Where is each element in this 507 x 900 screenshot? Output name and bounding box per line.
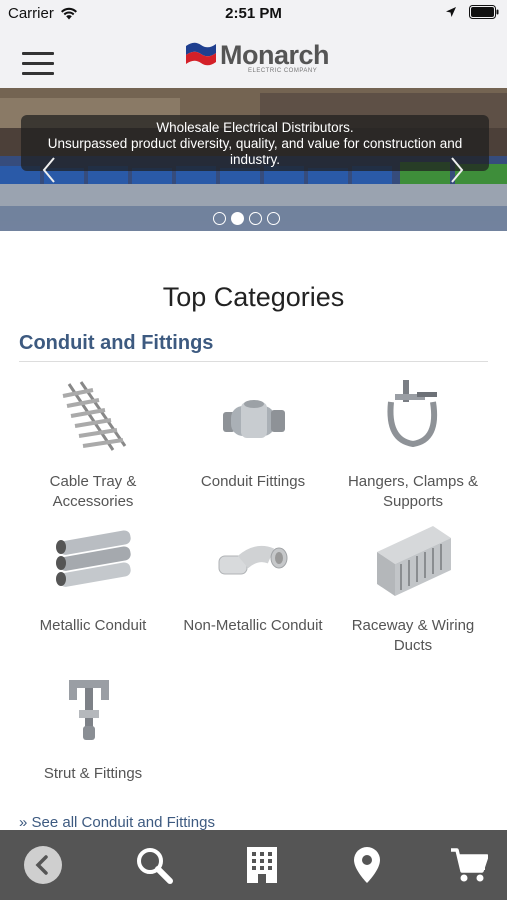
carousel-next-button[interactable] bbox=[450, 156, 464, 189]
location-arrow-icon bbox=[446, 7, 456, 17]
carousel-indicator-bar bbox=[0, 206, 507, 231]
raceway-duct-icon bbox=[377, 526, 451, 596]
back-icon bbox=[24, 846, 62, 884]
nav-back-button[interactable] bbox=[21, 843, 65, 887]
category-raceway-ducts[interactable]: Raceway & Wiring Ducts bbox=[333, 522, 493, 656]
section-heading[interactable]: Conduit and Fittings bbox=[19, 332, 213, 355]
category-strut-fittings[interactable]: Strut & Fittings bbox=[13, 670, 173, 784]
category-label: Conduit Fittings bbox=[200, 473, 306, 490]
logo-tagline: ELECTRIC COMPANY bbox=[248, 68, 318, 74]
menu-bar bbox=[22, 52, 54, 55]
building-icon bbox=[247, 847, 277, 883]
cable-tray-icon bbox=[62, 381, 127, 451]
category-metallic-conduit[interactable]: Metallic Conduit bbox=[13, 522, 173, 636]
page-title: Top Categories bbox=[162, 282, 345, 312]
hero-caption-line2: Unsurpassed product diversity, quality, … bbox=[47, 136, 463, 167]
app-header: Monarch ELECTRIC COMPANY bbox=[0, 28, 507, 88]
hero-caption: Wholesale Electrical Distributors. Unsur… bbox=[21, 115, 489, 171]
strut-fitting-icon bbox=[69, 680, 109, 740]
hero-banner[interactable]: Wholesale Electrical Distributors. Unsur… bbox=[0, 88, 507, 231]
menu-bar bbox=[22, 62, 54, 65]
metallic-conduit-icon bbox=[56, 530, 131, 587]
nav-branches-button[interactable] bbox=[240, 843, 284, 887]
category-label: Raceway & Wiring Ducts bbox=[351, 617, 475, 654]
carousel-dot[interactable] bbox=[213, 212, 226, 225]
category-conduit-fittings[interactable]: Conduit Fittings bbox=[173, 378, 333, 492]
chevron-left-icon bbox=[42, 157, 55, 183]
carousel-dots bbox=[213, 212, 280, 225]
monarch-flag-icon bbox=[186, 42, 216, 66]
location-pin-icon bbox=[354, 847, 380, 883]
conduit-fitting-icon bbox=[223, 400, 285, 438]
status-time: 2:51 PM bbox=[225, 5, 282, 22]
battery-icon bbox=[469, 5, 499, 19]
bottom-nav bbox=[0, 830, 507, 900]
category-label: Cable Tray & Accessories bbox=[49, 473, 137, 510]
carousel-dot[interactable] bbox=[249, 212, 262, 225]
nav-search-button[interactable] bbox=[132, 843, 176, 887]
category-label: Non-Metallic Conduit bbox=[183, 617, 323, 634]
nav-cart-button[interactable] bbox=[447, 843, 491, 887]
cart-icon bbox=[451, 848, 488, 882]
see-all-link[interactable]: » See all Conduit and Fittings bbox=[19, 814, 215, 831]
hero-caption-line1: Wholesale Electrical Distributors. bbox=[156, 120, 354, 135]
category-cable-tray[interactable]: Cable Tray & Accessories bbox=[13, 378, 173, 512]
status-bar: Carrier 2:51 PM bbox=[0, 0, 507, 28]
category-label: Strut & Fittings bbox=[43, 765, 143, 782]
status-right-indicators bbox=[445, 5, 499, 19]
search-icon bbox=[137, 848, 173, 884]
category-hangers-clamps[interactable]: Hangers, Clamps & Supports bbox=[333, 378, 493, 512]
monarch-logo[interactable]: Monarch ELECTRIC COMPANY bbox=[185, 40, 330, 80]
category-label: Metallic Conduit bbox=[39, 617, 147, 634]
non-metallic-conduit-icon bbox=[218, 546, 288, 575]
chevron-right-icon bbox=[451, 157, 464, 183]
carousel-dot[interactable] bbox=[231, 212, 244, 225]
section-divider bbox=[19, 361, 488, 362]
carousel-prev-button[interactable] bbox=[42, 156, 56, 189]
nav-locations-button[interactable] bbox=[345, 843, 389, 887]
hanger-clamp-icon bbox=[387, 380, 437, 448]
category-label: Hangers, Clamps & Supports bbox=[347, 473, 479, 510]
hamburger-menu-button[interactable] bbox=[22, 52, 54, 76]
carousel-dot[interactable] bbox=[267, 212, 280, 225]
category-non-metallic-conduit[interactable]: Non-Metallic Conduit bbox=[173, 522, 333, 636]
menu-bar bbox=[22, 72, 54, 75]
logo-name: Monarch bbox=[220, 40, 330, 70]
